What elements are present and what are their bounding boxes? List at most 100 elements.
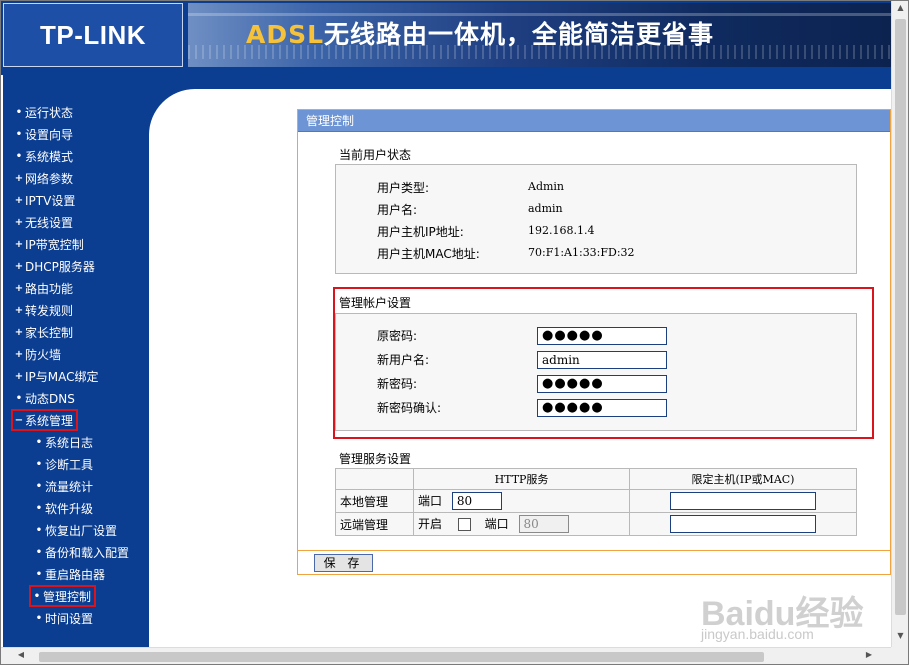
expand-icon: + — [14, 238, 24, 250]
local-http-cell: 端口 80 — [413, 489, 630, 513]
tplink-logo: TP-LINK — [3, 3, 183, 67]
sidebar-item-label: 网络参数 — [25, 171, 74, 186]
table-row: HTTP服务 限定主机(IP或MAC) — [335, 468, 857, 490]
sidebar-item-status[interactable]: • 运行状态 — [13, 103, 73, 121]
remote-host-cell — [629, 512, 857, 536]
sidebar-item-ddns[interactable]: • 动态DNS — [13, 389, 75, 407]
remote-port-input[interactable]: 80 — [518, 515, 569, 534]
sidebar-item-routing[interactable]: + 路由功能 — [13, 279, 73, 297]
sidebar-item-forwarding[interactable]: + 转发规则 — [13, 301, 73, 319]
sidebar-subitem-factory-reset[interactable]: • 恢复出厂设置 — [33, 521, 117, 539]
collapse-icon: − — [14, 414, 24, 426]
logo-text: TP-LINK — [39, 19, 147, 50]
bullet-icon: • — [35, 436, 43, 448]
sidebar-item-label: 无线设置 — [25, 215, 74, 230]
remote-admin-label: 远端管理 — [335, 512, 414, 536]
remote-enable-checkbox[interactable] — [457, 517, 471, 531]
username-label: 用户名: — [377, 203, 418, 217]
sidebar-item-wizard[interactable]: • 设置向导 — [13, 125, 73, 143]
sidebar-item-label: 系统模式 — [25, 149, 74, 164]
sidebar-subitem-admin-control[interactable]: • 管理控制 — [29, 585, 97, 607]
sidebar-item-label: 运行状态 — [25, 105, 74, 120]
save-button[interactable]: 保 存 — [314, 554, 373, 572]
table-row: 远端管理 开启 端口 80 — [335, 512, 857, 536]
sidebar-item-label: 动态DNS — [25, 391, 75, 406]
scroll-up-icon[interactable]: ▲ — [892, 3, 908, 12]
sidebar-item-label: IPTV设置 — [25, 193, 76, 208]
vertical-scrollbar[interactable]: ▲ ▼ — [891, 1, 908, 647]
bullet-icon: • — [35, 568, 43, 580]
sidebar-item-label: 管理控制 — [43, 589, 92, 604]
service-settings-title: 管理服务设置 — [339, 452, 412, 466]
old-password-label: 原密码: — [377, 329, 418, 343]
sidebar-item-system-admin[interactable]: − 系统管理 — [11, 409, 79, 431]
vertical-scroll-thumb[interactable] — [895, 19, 906, 615]
bullet-icon: • — [35, 524, 43, 536]
sidebar-item-firewall[interactable]: + 防火墙 — [13, 345, 61, 363]
local-host-input[interactable] — [670, 492, 816, 510]
confirm-password-label: 新密码确认: — [377, 401, 442, 415]
sidebar-item-label: 恢复出厂设置 — [45, 523, 118, 538]
bullet-icon: • — [35, 546, 43, 558]
browser-frame: TP-LINK ADSL无线路由一体机，全能简洁更省事 • 运行状态 • 设置向导 … — [0, 0, 909, 665]
watermark-url: jingyan.baidu.com — [701, 626, 814, 642]
panel-title: 管理控制 — [298, 110, 890, 132]
bullet-icon: • — [33, 590, 41, 602]
enable-label: 开启 — [418, 516, 443, 531]
sidebar-item-dhcp[interactable]: + DHCP服务器 — [13, 257, 95, 275]
sidebar-item-label: IP与MAC绑定 — [25, 369, 99, 384]
sidebar-item-system-mode[interactable]: • 系统模式 — [13, 147, 73, 165]
new-password-input[interactable]: ●●●●● — [537, 375, 667, 393]
horizontal-scroll-thumb[interactable] — [39, 652, 764, 662]
sidebar-item-ip-mac[interactable]: + IP与MAC绑定 — [13, 367, 99, 385]
service-settings-table: HTTP服务 限定主机(IP或MAC) 本地管理 端口 80 远端管理 开启 端… — [335, 468, 857, 536]
sidebar-item-parental[interactable]: + 家长控制 — [13, 323, 73, 341]
sidebar-item-label: 备份和载入配置 — [45, 545, 130, 560]
table-row: 本地管理 端口 80 — [335, 489, 857, 513]
host-ip-label: 用户主机IP地址: — [377, 225, 464, 239]
user-status-title: 当前用户状态 — [339, 148, 412, 162]
header-banner: ADSL无线路由一体机，全能简洁更省事 — [188, 3, 891, 67]
http-service-header: HTTP服务 — [413, 468, 630, 490]
sidebar-item-network[interactable]: + 网络参数 — [13, 169, 73, 187]
remote-host-input[interactable] — [670, 515, 816, 533]
horizontal-scrollbar[interactable]: ◀ ▶ — [1, 647, 891, 664]
banner-text: ADSL无线路由一体机，全能简洁更省事 — [246, 15, 714, 51]
expand-icon: + — [14, 370, 24, 382]
sidebar-subitem-traffic[interactable]: • 流量统计 — [33, 477, 93, 495]
new-username-label: 新用户名: — [377, 353, 430, 367]
sidebar-subitem-backup[interactable]: • 备份和载入配置 — [33, 543, 129, 561]
sidebar-subitem-upgrade[interactable]: • 软件升级 — [33, 499, 93, 517]
local-port-label: 端口 — [418, 493, 443, 508]
scroll-down-icon[interactable]: ▼ — [892, 631, 908, 640]
expand-icon: + — [14, 282, 24, 294]
sidebar-item-label: 转发规则 — [25, 303, 74, 318]
sidebar-subitem-time[interactable]: • 时间设置 — [33, 609, 93, 627]
sidebar-item-bandwidth[interactable]: + IP带宽控制 — [13, 235, 84, 253]
scrollbar-corner — [891, 647, 908, 664]
sidebar-subitem-diagnostics[interactable]: • 诊断工具 — [33, 455, 93, 473]
local-port-input[interactable]: 80 — [451, 492, 502, 511]
new-password-label: 新密码: — [377, 377, 418, 391]
scroll-right-icon[interactable]: ▶ — [863, 650, 875, 659]
remote-port-label: 端口 — [484, 516, 509, 531]
bullet-icon: • — [15, 150, 23, 162]
bullet-icon: • — [15, 392, 23, 404]
sidebar-item-iptv[interactable]: + IPTV设置 — [13, 191, 76, 209]
bullet-icon: • — [15, 128, 23, 140]
banner-slogan: 无线路由一体机，全能简洁更省事 — [324, 20, 715, 49]
sidebar-item-label: 软件升级 — [45, 501, 94, 516]
sidebar-item-label: 重启路由器 — [45, 567, 106, 582]
old-password-input[interactable]: ●●●●● — [537, 327, 667, 345]
scroll-left-icon[interactable]: ◀ — [15, 650, 27, 659]
new-username-input[interactable]: admin — [537, 351, 667, 369]
bullet-icon: • — [35, 612, 43, 624]
sidebar-item-label: 系统日志 — [45, 435, 94, 450]
sidebar-item-label: 家长控制 — [25, 325, 74, 340]
sidebar-subitem-reboot[interactable]: • 重启路由器 — [33, 565, 105, 583]
account-settings-title: 管理帐户设置 — [339, 296, 412, 310]
confirm-password-input[interactable]: ●●●●● — [537, 399, 667, 417]
bullet-icon: • — [35, 458, 43, 470]
sidebar-subitem-log[interactable]: • 系统日志 — [33, 433, 93, 451]
sidebar-item-wireless[interactable]: + 无线设置 — [13, 213, 73, 231]
